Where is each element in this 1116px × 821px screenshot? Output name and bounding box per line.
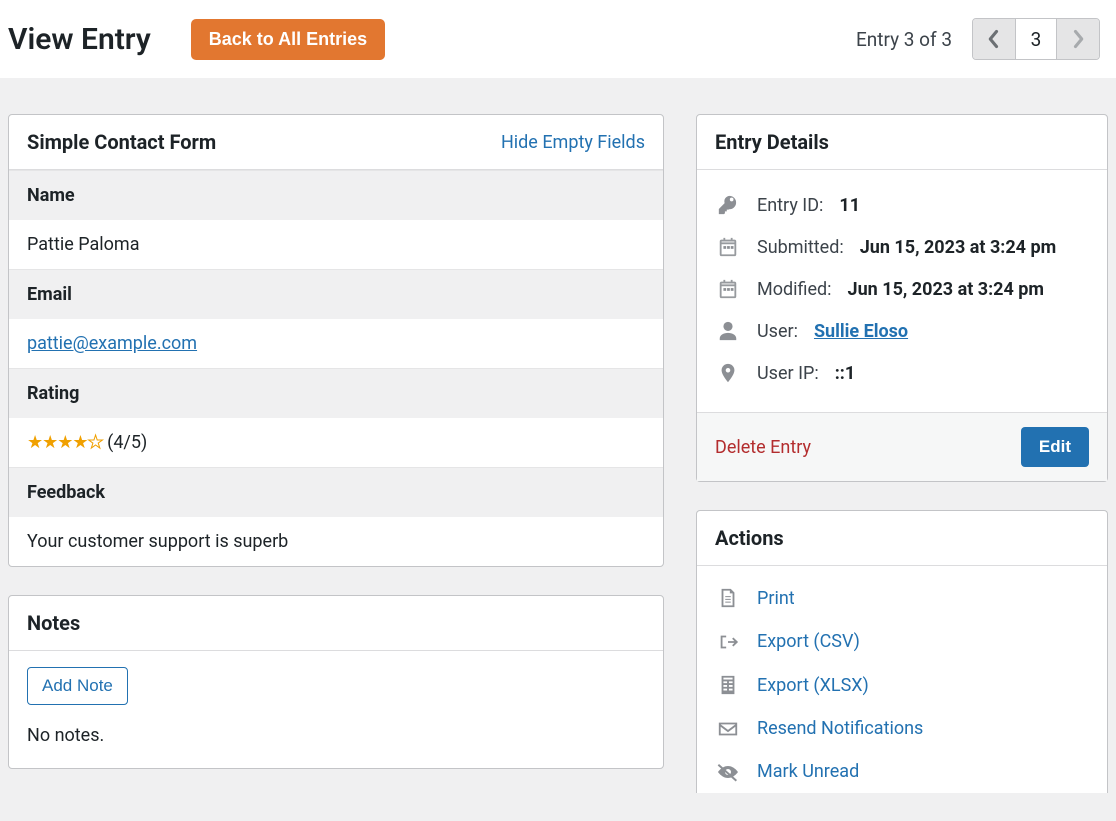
prev-entry-button[interactable]	[973, 19, 1015, 59]
no-notes-text: No notes.	[27, 725, 645, 746]
detail-user: User: Sullie Eloso	[715, 310, 1089, 352]
action-print-label: Print	[757, 588, 795, 609]
chevron-left-icon	[987, 29, 1001, 49]
detail-submitted: Submitted: Jun 15, 2023 at 3:24 pm	[715, 226, 1089, 268]
spreadsheet-icon	[715, 674, 741, 696]
calendar-icon	[715, 278, 741, 300]
notes-panel-header: Notes	[9, 596, 663, 651]
entry-id-value: 11	[839, 195, 860, 216]
key-icon	[715, 194, 741, 216]
current-entry-number: 3	[1015, 19, 1057, 59]
detail-user-ip: User IP: ::1	[715, 352, 1089, 394]
entry-pager: 3	[972, 18, 1100, 60]
actions-title: Actions	[715, 526, 784, 550]
modified-value: Jun 15, 2023 at 3:24 pm	[848, 279, 1044, 300]
entry-details-header: Entry Details	[697, 115, 1107, 170]
hide-empty-fields-link[interactable]: Hide Empty Fields	[501, 132, 645, 153]
field-value-email: pattie@example.com	[9, 319, 663, 368]
sidebar-column: Entry Details Entry ID: 11 Submitted: Ju…	[696, 114, 1108, 821]
detail-entry-id: Entry ID: 11	[715, 184, 1089, 226]
entry-details-panel: Entry Details Entry ID: 11 Submitted: Ju…	[696, 114, 1108, 482]
form-panel-header: Simple Contact Form Hide Empty Fields	[9, 115, 663, 170]
notes-title: Notes	[27, 611, 80, 635]
action-print[interactable]: Print	[715, 576, 1089, 620]
eye-slash-icon	[715, 762, 741, 782]
action-export-xlsx-label: Export (XLSX)	[757, 675, 869, 696]
field-label-feedback: Feedback	[9, 467, 663, 517]
field-value-rating: ★★★★★ (4/5)	[9, 418, 663, 467]
next-entry-button[interactable]	[1057, 19, 1099, 59]
entry-details-list: Entry ID: 11 Submitted: Jun 15, 2023 at …	[697, 170, 1107, 412]
form-entry-panel: Simple Contact Form Hide Empty Fields Na…	[8, 114, 664, 567]
email-link[interactable]: pattie@example.com	[27, 333, 197, 354]
delete-entry-link[interactable]: Delete Entry	[715, 437, 811, 458]
form-title: Simple Contact Form	[27, 130, 216, 154]
star-rating-icon: ★★★★★	[27, 432, 103, 453]
action-export-xlsx[interactable]: Export (XLSX)	[715, 663, 1089, 707]
field-label-rating: Rating	[9, 368, 663, 418]
field-label-email: Email	[9, 269, 663, 319]
action-mark-unread-label: Mark Unread	[757, 761, 859, 782]
modified-label: Modified:	[757, 279, 832, 300]
content-area: Simple Contact Form Hide Empty Fields Na…	[0, 78, 1116, 821]
submitted-value: Jun 15, 2023 at 3:24 pm	[860, 237, 1056, 258]
entry-details-footer: Delete Entry Edit	[697, 412, 1107, 481]
notes-body: Add Note No notes.	[9, 651, 663, 768]
entry-counter: Entry 3 of 3	[856, 28, 952, 51]
field-value-name: Pattie Paloma	[9, 220, 663, 269]
action-mark-unread[interactable]: Mark Unread	[715, 750, 1089, 793]
field-value-feedback: Your customer support is superb	[9, 517, 663, 566]
user-ip-label: User IP:	[757, 363, 819, 384]
action-export-csv[interactable]: Export (CSV)	[715, 620, 1089, 663]
actions-header: Actions	[697, 511, 1107, 566]
notes-panel: Notes Add Note No notes.	[8, 595, 664, 769]
actions-panel: Actions Print Export (CSV)	[696, 510, 1108, 793]
user-label: User:	[757, 321, 798, 342]
calendar-icon	[715, 236, 741, 258]
page-title: View Entry	[8, 22, 151, 57]
top-bar: View Entry Back to All Entries Entry 3 o…	[0, 0, 1116, 78]
field-label-name: Name	[9, 170, 663, 220]
detail-modified: Modified: Jun 15, 2023 at 3:24 pm	[715, 268, 1089, 310]
actions-list: Print Export (CSV) Export (XLSX)	[697, 566, 1107, 793]
action-resend-label: Resend Notifications	[757, 718, 923, 739]
add-note-button[interactable]: Add Note	[27, 667, 128, 705]
user-icon	[715, 320, 741, 342]
edit-entry-button[interactable]: Edit	[1021, 427, 1089, 467]
top-bar-right: Entry 3 of 3 3	[856, 18, 1108, 60]
user-link[interactable]: Sullie Eloso	[814, 321, 908, 342]
action-resend-notifications[interactable]: Resend Notifications	[715, 707, 1089, 750]
action-export-csv-label: Export (CSV)	[757, 631, 860, 652]
entry-details-title: Entry Details	[715, 130, 829, 154]
user-ip-value: ::1	[835, 363, 855, 384]
rating-text: (4/5)	[107, 432, 147, 453]
entry-id-label: Entry ID:	[757, 195, 823, 216]
location-icon	[715, 362, 741, 384]
chevron-right-icon	[1071, 29, 1085, 49]
back-to-entries-button[interactable]: Back to All Entries	[191, 19, 385, 60]
main-column: Simple Contact Form Hide Empty Fields Na…	[8, 114, 664, 821]
submitted-label: Submitted:	[757, 237, 844, 258]
export-icon	[715, 632, 741, 652]
envelope-icon	[715, 720, 741, 738]
document-icon	[715, 587, 741, 609]
